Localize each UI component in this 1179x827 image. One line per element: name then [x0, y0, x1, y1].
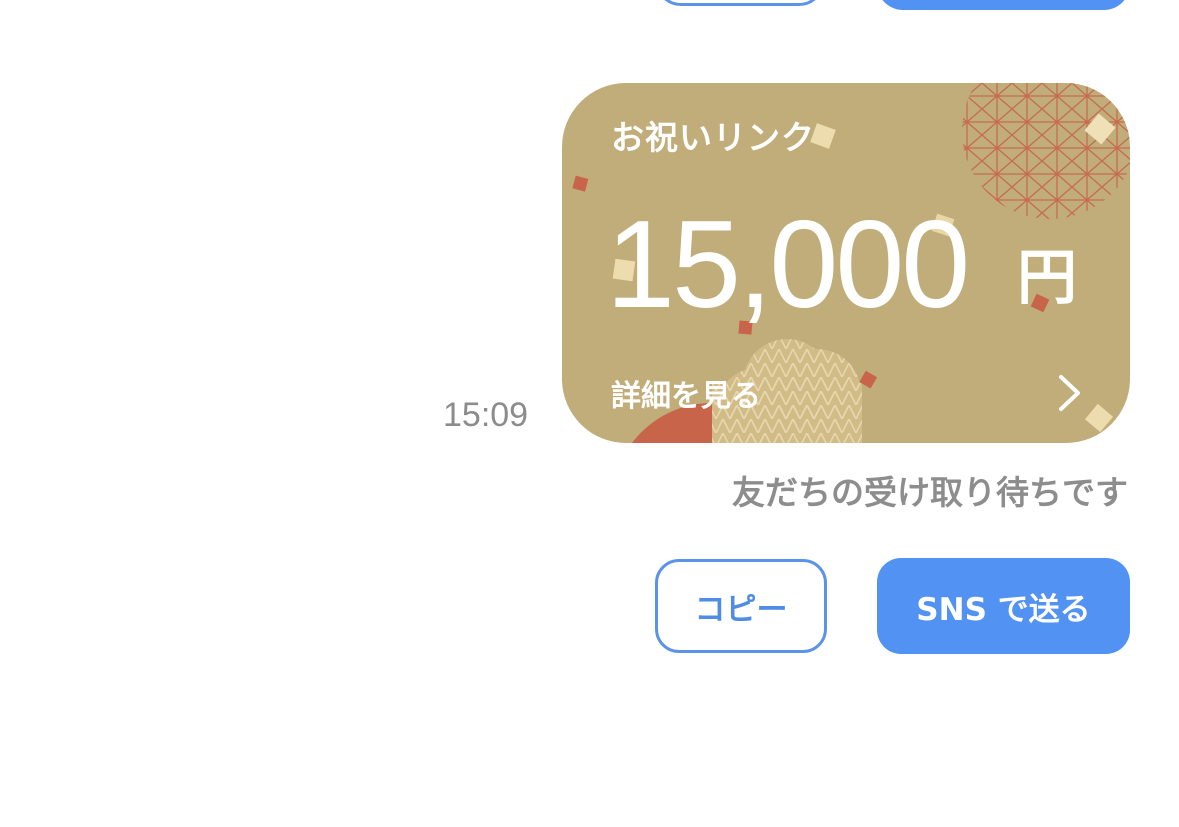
view-details-link[interactable]: 詳細を見る	[611, 371, 761, 415]
receive-status-text: 友だちの受け取り待ちです	[732, 473, 1128, 512]
gift-amount: 15,000	[606, 196, 970, 334]
send-via-sns-button[interactable]: SNS で送る	[877, 558, 1130, 654]
pattern-circle	[962, 83, 1130, 219]
chat-screen: お祝いリンク 15,000 円 詳細を見る 15:09 友だちの受け取り待ちです…	[0, 0, 1179, 827]
chevron-right-icon	[1059, 375, 1080, 411]
message-timestamp: 15:09	[443, 396, 529, 434]
gift-link-card[interactable]: お祝いリンク 15,000 円 詳細を見る	[562, 83, 1130, 443]
currency-label: 円	[1017, 243, 1077, 313]
card-title: お祝いリンク	[611, 118, 815, 157]
previous-sns-button[interactable]	[877, 0, 1130, 10]
copy-button[interactable]: コピー	[655, 559, 827, 653]
previous-copy-button[interactable]	[655, 0, 825, 6]
